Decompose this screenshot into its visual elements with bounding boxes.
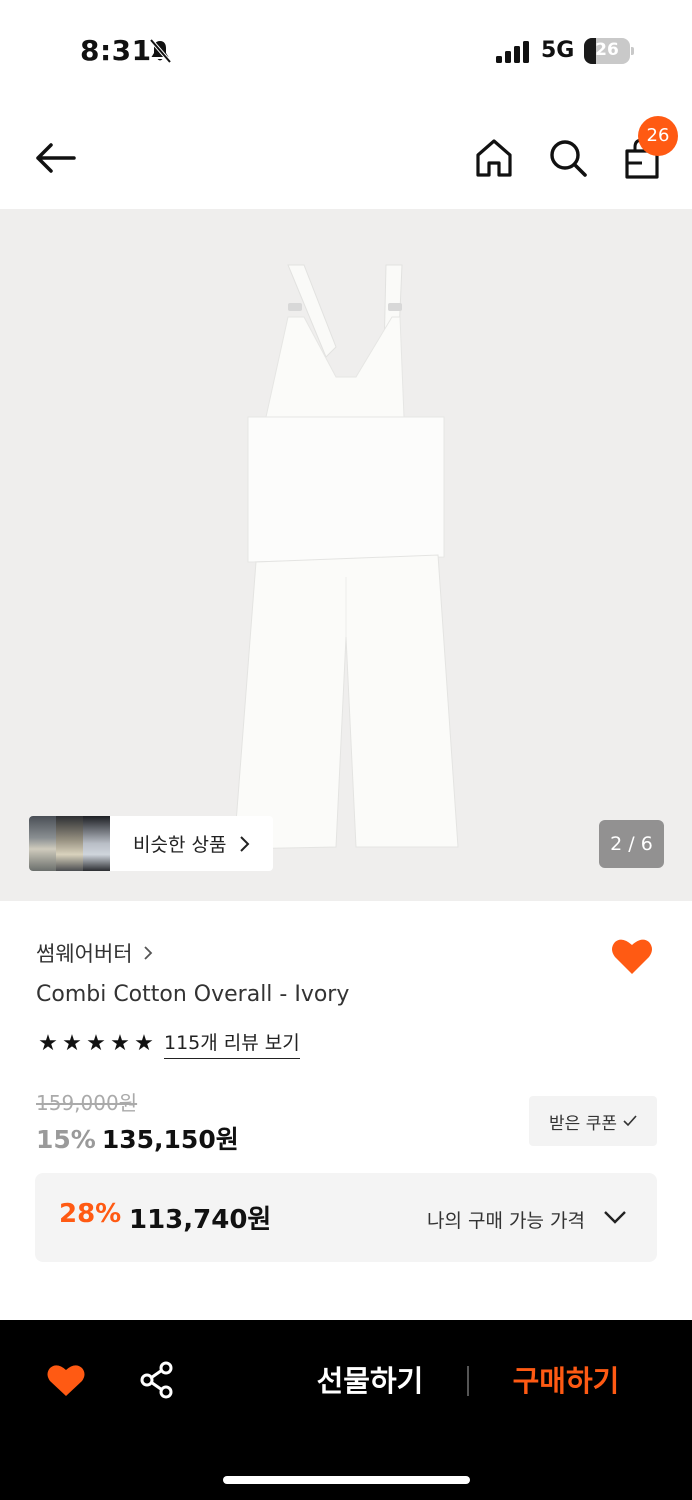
signal-icon [496, 41, 529, 63]
home-icon[interactable] [472, 136, 516, 180]
check-icon [623, 1115, 637, 1127]
similar-products-label: 비슷한 상품 [133, 834, 227, 856]
heart-icon[interactable] [610, 936, 654, 976]
image-page-indicator: 2 / 6 [599, 820, 664, 868]
coupon-label: 받은 쿠폰 [549, 1113, 617, 1134]
received-coupon-button[interactable]: 받은 쿠폰 [529, 1096, 657, 1146]
status-time: 8:31 [80, 34, 152, 67]
sale-price-row: 15% 135,150원 [36, 1120, 239, 1156]
top-navigation [0, 110, 692, 208]
star-icon: ★ [134, 1030, 154, 1056]
back-arrow-icon[interactable] [32, 138, 80, 178]
chevron-down-icon[interactable] [603, 1209, 627, 1225]
buy-button[interactable]: 구매하기 [496, 1358, 636, 1404]
gift-button[interactable]: 선물하기 [300, 1358, 440, 1404]
my-discount-rate: 28% [59, 1199, 122, 1229]
brand-name: 썸웨어버터 [36, 942, 133, 966]
similar-products-thumbnails [29, 816, 111, 871]
product-title: Combi Cotton Overall - Ivory [36, 982, 350, 1007]
chevron-right-icon [143, 946, 152, 960]
product-image-gallery[interactable]: 비슷한 상품 2 / 6 [0, 209, 692, 901]
heart-icon[interactable] [46, 1362, 86, 1398]
bottom-action-bar: 선물하기 구매하기 [0, 1320, 692, 1500]
chevron-right-icon [240, 835, 250, 852]
star-icon: ★ [110, 1030, 130, 1056]
brand-link[interactable]: 썸웨어버터 [36, 938, 153, 968]
my-price-label: 나의 구매 가능 가격 [427, 1210, 585, 1232]
battery-icon: 26 [584, 38, 634, 64]
discount-rate: 15% [36, 1125, 96, 1154]
home-indicator[interactable] [223, 1476, 470, 1484]
star-icon: ★ [86, 1030, 106, 1056]
review-link[interactable]: 115개 리뷰 보기 [164, 1028, 300, 1059]
product-image[interactable] [228, 257, 468, 857]
search-icon[interactable] [546, 136, 590, 180]
bell-slash-icon [149, 38, 172, 64]
divider [467, 1366, 469, 1396]
share-icon[interactable] [138, 1360, 176, 1400]
cart-count-badge: 26 [638, 116, 678, 156]
my-price: 113,740원 [129, 1205, 272, 1235]
original-price: 159,000원 [36, 1091, 138, 1115]
star-rating: ★ ★ ★ ★ ★ [36, 1031, 156, 1057]
status-bar: 8:31 5G 26 [0, 0, 692, 100]
rating-row: ★ ★ ★ ★ ★ 115개 리뷰 보기 [36, 1028, 300, 1059]
star-icon: ★ [62, 1030, 82, 1056]
battery-level: 26 [595, 40, 619, 60]
similar-products-button[interactable]: 비슷한 상품 [29, 816, 273, 871]
star-icon: ★ [38, 1030, 58, 1056]
network-label: 5G [541, 38, 575, 63]
my-price-panel[interactable]: 28% 113,740원 나의 구매 가능 가격 [35, 1173, 657, 1262]
sale-price: 135,150원 [101, 1125, 239, 1154]
